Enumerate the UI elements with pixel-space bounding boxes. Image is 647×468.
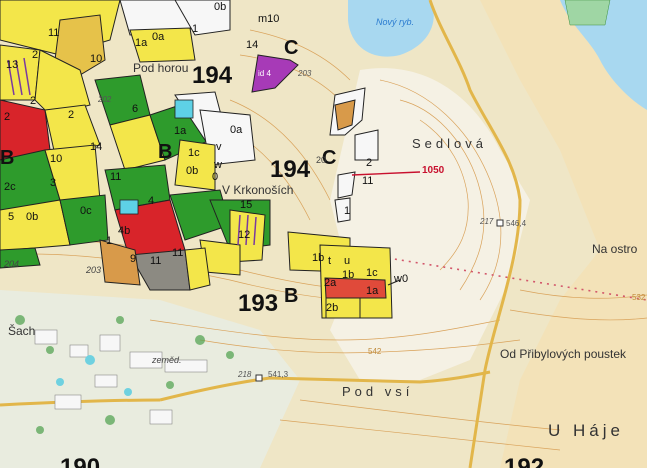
survey-point-217	[496, 219, 504, 227]
place-name-zemed: zeměd.	[152, 355, 182, 365]
division-number-partial: 190	[60, 454, 101, 468]
water-label-novy-rybnik: Nový ryb.	[376, 17, 415, 27]
stand-code: 1	[106, 235, 113, 247]
contour-height-label: 542	[368, 347, 382, 356]
stand-code: m10	[258, 13, 280, 25]
stand-code: v	[216, 141, 222, 153]
stand-code: 3	[50, 177, 57, 189]
stand-code: 2	[32, 49, 39, 61]
stand-code: 11	[362, 175, 374, 187]
division-number-partial: 192	[504, 454, 545, 468]
stand-code: 5	[8, 211, 15, 223]
division-number: 193	[238, 290, 279, 317]
stand-code: w0	[394, 273, 409, 285]
stand-code: 2	[68, 109, 75, 121]
stand-code: 2c	[4, 181, 16, 193]
stand-code: 11	[110, 171, 122, 183]
place-name-v-krkonosich: V Krkonoších	[222, 183, 294, 197]
stand-code: 204	[4, 259, 20, 269]
height-label: 546,4	[506, 219, 527, 228]
stand-code: 0c	[80, 205, 92, 217]
place-name-na-ostrove: Na ostro	[592, 242, 638, 256]
stand-code: 0a	[152, 31, 165, 43]
place-name-sach: Šach	[8, 324, 36, 338]
stand-code: 4b	[118, 225, 131, 237]
place-name-od-pribylovych-poustek: Od Přibylových poustek	[500, 347, 627, 361]
stand-code: 1c	[188, 147, 200, 159]
wetland-hatch	[564, 0, 611, 26]
stand-code: 14	[90, 141, 103, 153]
stand-code: 10	[90, 53, 103, 65]
division-number: 194	[270, 156, 311, 183]
stand-code: 10	[50, 153, 63, 165]
stand-code: 2b	[326, 302, 339, 314]
stand-code: 1	[344, 205, 351, 217]
place-name-pod-horou: Pod horou	[133, 61, 189, 75]
stand-code: 0a	[230, 124, 243, 136]
place-name-pod-vsi: Pod vsí	[342, 384, 414, 399]
stand-code: 203	[86, 265, 102, 275]
stand-code: u	[344, 255, 351, 267]
stand-code: 2	[4, 111, 11, 123]
stand-code: 2a	[324, 277, 337, 289]
survey-point-218	[255, 374, 263, 382]
contour-height-label: 532	[632, 293, 646, 302]
height-label: 541,3	[268, 370, 289, 379]
stand-code: 203	[298, 69, 312, 78]
stand-code: 1c	[366, 267, 378, 279]
division-number: 194	[192, 62, 233, 89]
survey-point-number: 218	[238, 370, 252, 379]
map-graphics	[0, 0, 647, 468]
stand-code: 11	[172, 247, 184, 259]
forest-map[interactable]: 194 C 194 C 193 B B B Pod horou V Krkono…	[0, 0, 647, 468]
division-letter: B	[0, 147, 15, 169]
division-letter: C	[284, 37, 299, 59]
stand-code: 20	[316, 155, 327, 165]
stand-code: w	[214, 159, 222, 171]
stand-code: 0b	[26, 211, 39, 223]
stand-code: 1a	[366, 285, 379, 297]
stand-code: 9	[130, 253, 137, 265]
stand-code: 14	[246, 39, 259, 51]
stand-code: 15	[240, 199, 253, 211]
division-letter: B	[158, 141, 173, 163]
place-name-sedlova: Sedlová	[412, 136, 487, 151]
stand-code: 202	[98, 95, 112, 104]
stand-code: 0	[212, 171, 219, 183]
stand-code: 1a	[174, 125, 187, 137]
stand-code: 6	[132, 103, 139, 115]
stand-code: 12	[238, 229, 251, 241]
stand-code: 2	[366, 157, 373, 169]
stand-code: 1	[192, 23, 199, 35]
stand-code: 1b	[342, 269, 355, 281]
stand-code: 11	[48, 27, 60, 39]
division-letter: B	[284, 285, 299, 307]
stand-code: 1a	[135, 37, 148, 49]
stand-code: 0b	[214, 1, 227, 13]
stand-code: 0b	[186, 165, 199, 177]
stand-code: 2	[30, 95, 37, 107]
stand-code: 11	[150, 255, 162, 267]
stand-code: 13	[6, 59, 19, 71]
stand-code: id 4	[258, 69, 271, 78]
survey-point-number: 217	[480, 217, 494, 226]
place-name-u-haje: U Háje	[548, 421, 624, 440]
stand-code: 4	[148, 195, 155, 207]
stand-code: 1b	[312, 252, 325, 264]
stand-code: t	[328, 255, 332, 267]
marker-label-1050: 1050	[422, 165, 445, 176]
